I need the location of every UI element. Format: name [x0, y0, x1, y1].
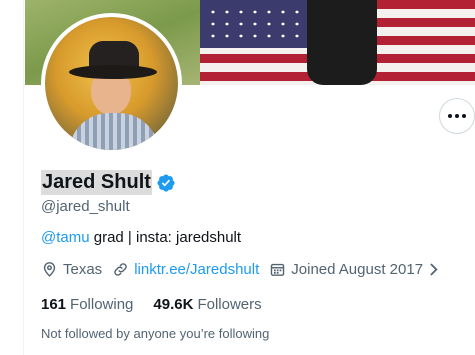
profile-link[interactable]: linktr.ee/Jaredshult: [134, 261, 259, 278]
banner-person: [307, 0, 377, 85]
location-text: Texas: [63, 261, 103, 278]
left-gutter: [0, 0, 24, 355]
more-icon-dot: [462, 114, 466, 118]
follow-stats: 161 Following 49.6K Followers: [41, 296, 282, 313]
followers-label: Followers: [197, 296, 262, 313]
followers-link[interactable]: 49.6K Followers: [153, 296, 261, 313]
more-icon-dot: [448, 114, 452, 118]
location-pin-icon: [43, 262, 56, 277]
bio-text: grad | insta: jaredshult: [89, 229, 242, 246]
link-item[interactable]: linktr.ee/Jaredshult: [112, 261, 259, 278]
avatar[interactable]: [41, 13, 182, 154]
more-button[interactable]: [439, 98, 475, 134]
link-icon: [114, 263, 127, 276]
more-icon-dot: [455, 114, 459, 118]
joined-item: Joined August 2017: [269, 261, 447, 278]
following-link[interactable]: 161 Following: [41, 296, 133, 313]
verified-badge-icon[interactable]: [156, 173, 176, 193]
joined-date: Joined August 2017: [291, 261, 424, 278]
location-item: Texas: [41, 261, 102, 278]
bio: @tamu grad | insta: jaredshult: [41, 229, 241, 246]
followed-by-note: Not followed by anyone you’re following: [41, 326, 270, 341]
following-label: Following: [70, 296, 134, 313]
avatar-hat-brim: [69, 65, 157, 79]
following-count: 161: [41, 296, 67, 313]
avatar-photo: [45, 17, 178, 150]
display-name: Jared Shult: [41, 170, 152, 195]
name-row: Jared Shult: [41, 170, 176, 195]
chevron-right-icon[interactable]: [425, 261, 442, 278]
bio-mention-link[interactable]: @tamu: [41, 229, 90, 246]
user-handle: @jared_shult: [41, 198, 130, 215]
avatar-shirt: [69, 113, 159, 150]
calendar-icon: [271, 263, 285, 276]
followers-count: 49.6K: [153, 296, 194, 313]
profile-meta: Texas linktr.ee/Jaredshult Joined August…: [41, 261, 457, 278]
banner-flag-canton: [200, 0, 310, 48]
